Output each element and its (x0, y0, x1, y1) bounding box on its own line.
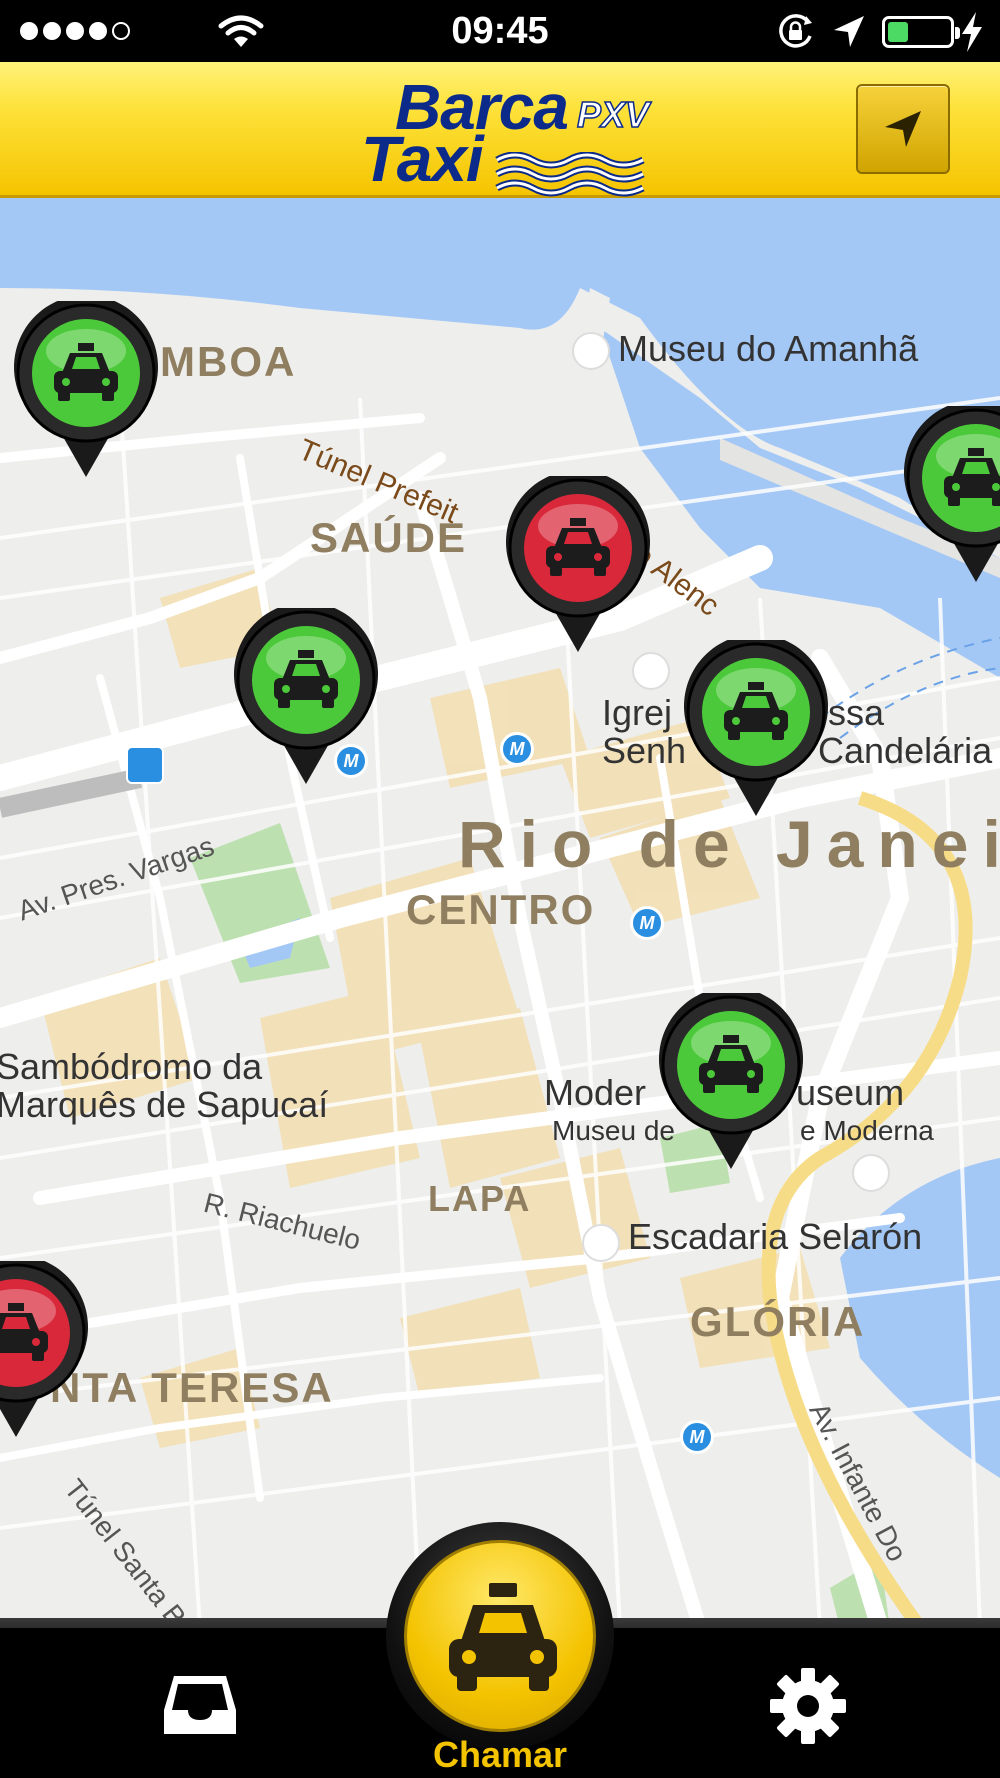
rotation-lock-icon (779, 14, 812, 48)
taxi-pin-busy[interactable] (0, 1261, 92, 1441)
app-header: Barca Taxi PXV (0, 62, 1000, 198)
battery-level (888, 22, 908, 42)
charging-bolt-icon (962, 12, 982, 52)
poi-label: Sambódromo da (0, 1046, 263, 1087)
poi-label: Candelária (818, 730, 993, 771)
location-arrow-icon (885, 111, 921, 147)
poi-label: Senh (602, 730, 687, 771)
camera-icon (582, 1224, 620, 1262)
poi-label: Marquês de Sapucaí (0, 1084, 329, 1125)
museum-icon (572, 332, 610, 370)
barca-taxi-logo: Barca Taxi PXV (355, 70, 650, 197)
logo-text-taxi: Taxi (361, 123, 484, 195)
metro-station-icon: M (680, 1420, 714, 1454)
inbox-tab-button[interactable] (160, 1670, 240, 1740)
taxi-pin-available[interactable] (680, 640, 832, 820)
district-label: CENTRO (406, 886, 596, 933)
poi-label: Igrej (602, 692, 673, 733)
waves-icon (495, 152, 645, 197)
taxi-marker-icon (234, 608, 378, 784)
call-button-label: Chamar (432, 1734, 568, 1775)
poi-label: Moder (544, 1072, 647, 1113)
call-taxi-button[interactable] (404, 1540, 596, 1732)
gear-icon (770, 1668, 846, 1744)
metro-station-icon: M (630, 906, 664, 940)
taxi-pin-available[interactable] (230, 608, 382, 788)
poi-label: e Moderna (800, 1115, 934, 1146)
taxi-pin-available[interactable] (655, 993, 807, 1173)
taxi-pin-available[interactable] (900, 406, 1000, 586)
taxi-marker-icon (684, 640, 828, 816)
taxi-marker-icon (659, 993, 803, 1169)
battery-icon (882, 16, 960, 48)
district-label: MBOA (160, 338, 297, 385)
locate-me-button[interactable] (856, 84, 950, 174)
museum-icon (852, 1154, 890, 1192)
poi-label: Museu do Amanhã (618, 328, 919, 369)
taxi-pin-available[interactable] (10, 301, 162, 481)
inbox-tray-icon (164, 1676, 236, 1734)
settings-tab-button[interactable] (768, 1666, 848, 1746)
poi-label: ssa (828, 692, 885, 733)
status-bar: 09:45 (0, 0, 1000, 62)
district-label: LAPA (428, 1178, 532, 1219)
poi-label: useum (796, 1072, 905, 1113)
map-view[interactable]: MBOA SAÚDE CENTRO LAPA GLÓRIA NTA TERESA… (0, 198, 1000, 1628)
taxi-marker-icon (506, 476, 650, 652)
district-label: NTA TERESA (50, 1364, 334, 1411)
city-label: Rio de Janei (458, 807, 1000, 881)
taxi-marker-icon (0, 1261, 88, 1437)
taxi-marker-icon (14, 301, 158, 477)
train-station-icon (126, 746, 164, 784)
metro-station-icon: M (500, 732, 534, 766)
poi-label: Escadaria Selarón (628, 1216, 923, 1257)
location-services-icon (834, 16, 864, 47)
church-icon (632, 652, 670, 690)
logo-badge: PXV (576, 93, 650, 136)
taxi-marker-icon (904, 406, 1000, 582)
taxi-car-icon (449, 1583, 557, 1691)
taxi-pin-busy[interactable] (502, 476, 654, 656)
district-label: GLÓRIA (690, 1298, 866, 1345)
